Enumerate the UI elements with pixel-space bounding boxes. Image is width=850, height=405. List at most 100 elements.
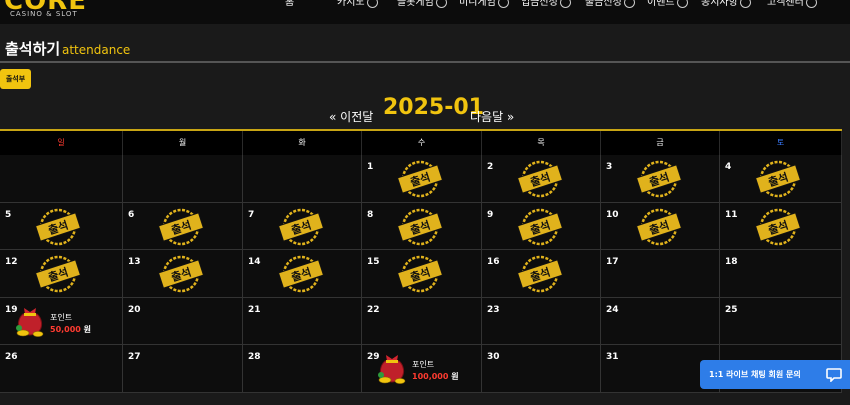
calendar-day-cell: 11 출석 bbox=[720, 202, 842, 250]
calendar-day-cell: 21 bbox=[243, 297, 362, 345]
nav-item-7[interactable]: 공지사항 bbox=[701, 0, 751, 8]
current-month-label: 2025-01 bbox=[383, 95, 484, 120]
stamp-text: 출석 bbox=[528, 265, 552, 285]
day-number: 15 bbox=[367, 257, 380, 267]
point-amount: 50,000 원 bbox=[50, 324, 91, 335]
nav-item-6[interactable]: 이벤트 bbox=[647, 0, 688, 8]
calendar-day-cell: 30 bbox=[482, 345, 601, 393]
section-divider bbox=[0, 61, 850, 63]
attendance-stamp-icon: 출석 bbox=[754, 208, 802, 245]
stamp-text: 출석 bbox=[169, 265, 193, 285]
nav-item-label: 입금신청 bbox=[521, 0, 558, 8]
nav-item-label: 이벤트 bbox=[647, 0, 675, 8]
next-month-link[interactable]: 다음달 » bbox=[470, 108, 514, 125]
point-reward: 포인트 100,000 원 bbox=[376, 351, 459, 387]
calendar-day-cell: 8 출석 bbox=[362, 202, 482, 250]
day-number: 12 bbox=[5, 257, 18, 267]
attendance-stamp-icon: 출석 bbox=[396, 208, 444, 245]
point-unit: 원 bbox=[451, 372, 459, 381]
day-number: 2 bbox=[487, 162, 494, 172]
point-label: 포인트 bbox=[50, 312, 73, 322]
nav-item-5[interactable]: 출금신청 bbox=[585, 0, 635, 8]
calendar-day-cell: 5 출석 bbox=[0, 202, 123, 250]
stamp-text: 출석 bbox=[647, 170, 671, 190]
chevron-down-icon bbox=[435, 0, 447, 8]
stamp-text: 출석 bbox=[289, 265, 313, 285]
calendar-day-cell: 27 bbox=[123, 345, 243, 393]
day-number: 30 bbox=[487, 352, 500, 362]
stamp-text: 출석 bbox=[46, 265, 70, 285]
money-bag-icon bbox=[16, 307, 44, 337]
calendar-day-cell: 3 출석 bbox=[601, 155, 720, 203]
calendar-day-cell: 20 bbox=[123, 297, 243, 345]
calendar-day-cell: 12 출석 bbox=[0, 250, 123, 298]
attendance-stamp-icon: 출석 bbox=[157, 208, 205, 245]
calendar-day-cell: 13 출석 bbox=[123, 250, 243, 298]
day-number: 21 bbox=[248, 304, 261, 315]
nav-item-3[interactable]: 미니게임 bbox=[459, 0, 509, 8]
day-number: 28 bbox=[248, 352, 261, 362]
month-navigation: « 이전달 2025-01 다음달 » bbox=[0, 95, 850, 125]
nav-item-2[interactable]: 슬롯게임 bbox=[397, 0, 447, 8]
point-value: 100,000 bbox=[412, 372, 449, 381]
site-logo-subtitle: CASINO & SLOT bbox=[10, 10, 78, 18]
calendar-day-cell: 25 bbox=[720, 297, 842, 345]
calendar-day-cell: 14 출석 bbox=[243, 250, 362, 298]
stamp-text: 출석 bbox=[408, 217, 432, 237]
stamp-text: 출석 bbox=[408, 170, 432, 190]
nav-item-label: 카지노 bbox=[337, 0, 365, 8]
point-reward: 포인트 50,000 원 bbox=[14, 304, 94, 340]
day-number: 17 bbox=[606, 257, 619, 267]
weekday-label: 월 bbox=[123, 131, 243, 156]
day-number: 14 bbox=[248, 257, 261, 267]
chevron-down-icon bbox=[623, 0, 635, 8]
day-number: 1 bbox=[367, 162, 374, 172]
nav-item-0[interactable]: 홈 bbox=[285, 0, 295, 8]
calendar-day-cell bbox=[123, 155, 243, 203]
calendar-day-cell: 1 출석 bbox=[362, 155, 482, 203]
attendance-calendar: 일월화수목금토 1 출석 2 출석 3 출석 4 출석 5 출석 6 출석 7 출석 8 출석 9 출석 10 출석 1… bbox=[0, 129, 842, 393]
attendance-stamp-icon: 출석 bbox=[516, 208, 564, 245]
nav-item-label: 미니게임 bbox=[459, 0, 496, 8]
weekday-label: 화 bbox=[243, 131, 362, 156]
calendar-day-cell bbox=[0, 155, 123, 203]
nav-item-label: 슬롯게임 bbox=[397, 0, 434, 8]
calendar-day-cell: 2 출석 bbox=[482, 155, 601, 203]
nav-item-1[interactable]: 카지노 bbox=[337, 0, 378, 8]
live-chat-button[interactable]: 1:1 라이브 채팅 회원 문의 bbox=[700, 360, 850, 389]
attendance-stamp-icon: 출석 bbox=[635, 160, 683, 198]
day-number: 3 bbox=[606, 162, 613, 172]
day-number: 22 bbox=[367, 304, 380, 315]
stamp-text: 출석 bbox=[647, 217, 671, 237]
stamp-text: 출석 bbox=[528, 217, 552, 237]
stamp-text: 출석 bbox=[169, 217, 193, 237]
nav-item-label: 홈 bbox=[285, 0, 295, 8]
attendance-stamp-icon: 출석 bbox=[516, 160, 564, 198]
calendar-day-cell: 19 포인트 50,000 원 bbox=[0, 297, 123, 345]
stamp-text: 출석 bbox=[46, 217, 70, 237]
weekday-header-row: 일월화수목금토 bbox=[0, 131, 842, 156]
previous-month-link[interactable]: « 이전달 bbox=[329, 108, 373, 125]
calendar-day-cell: 10 출석 bbox=[601, 202, 720, 250]
top-navigation-bar: CORE CASINO & SLOT 홈 카지노 슬롯게임 미니게임 입금신청 출금신청 이… bbox=[0, 0, 850, 24]
weekday-label: 일 bbox=[0, 131, 123, 156]
chevron-down-icon bbox=[676, 0, 688, 8]
chevron-down-icon bbox=[739, 0, 751, 8]
nav-item-8[interactable]: 고객센터 bbox=[767, 0, 817, 8]
stamp-text: 출석 bbox=[766, 217, 790, 237]
nav-item-label: 출금신청 bbox=[585, 0, 622, 8]
calendar-day-cell: 24 bbox=[601, 297, 720, 345]
point-unit: 원 bbox=[83, 324, 92, 334]
day-number: 13 bbox=[128, 257, 141, 267]
day-number: 4 bbox=[725, 162, 732, 172]
attendance-stamp-icon: 출석 bbox=[754, 160, 802, 198]
stamp-text: 출석 bbox=[528, 170, 552, 190]
calendar-day-cell bbox=[243, 155, 362, 203]
calendar-day-cell: 16 출석 bbox=[482, 250, 601, 298]
nav-item-4[interactable]: 입금신청 bbox=[521, 0, 571, 8]
attendance-book-button[interactable]: 출석부 bbox=[0, 69, 31, 89]
stamp-text: 출석 bbox=[408, 265, 432, 285]
day-number: 27 bbox=[128, 352, 141, 362]
attendance-stamp-icon: 출석 bbox=[277, 208, 325, 245]
day-number: 23 bbox=[487, 304, 500, 315]
